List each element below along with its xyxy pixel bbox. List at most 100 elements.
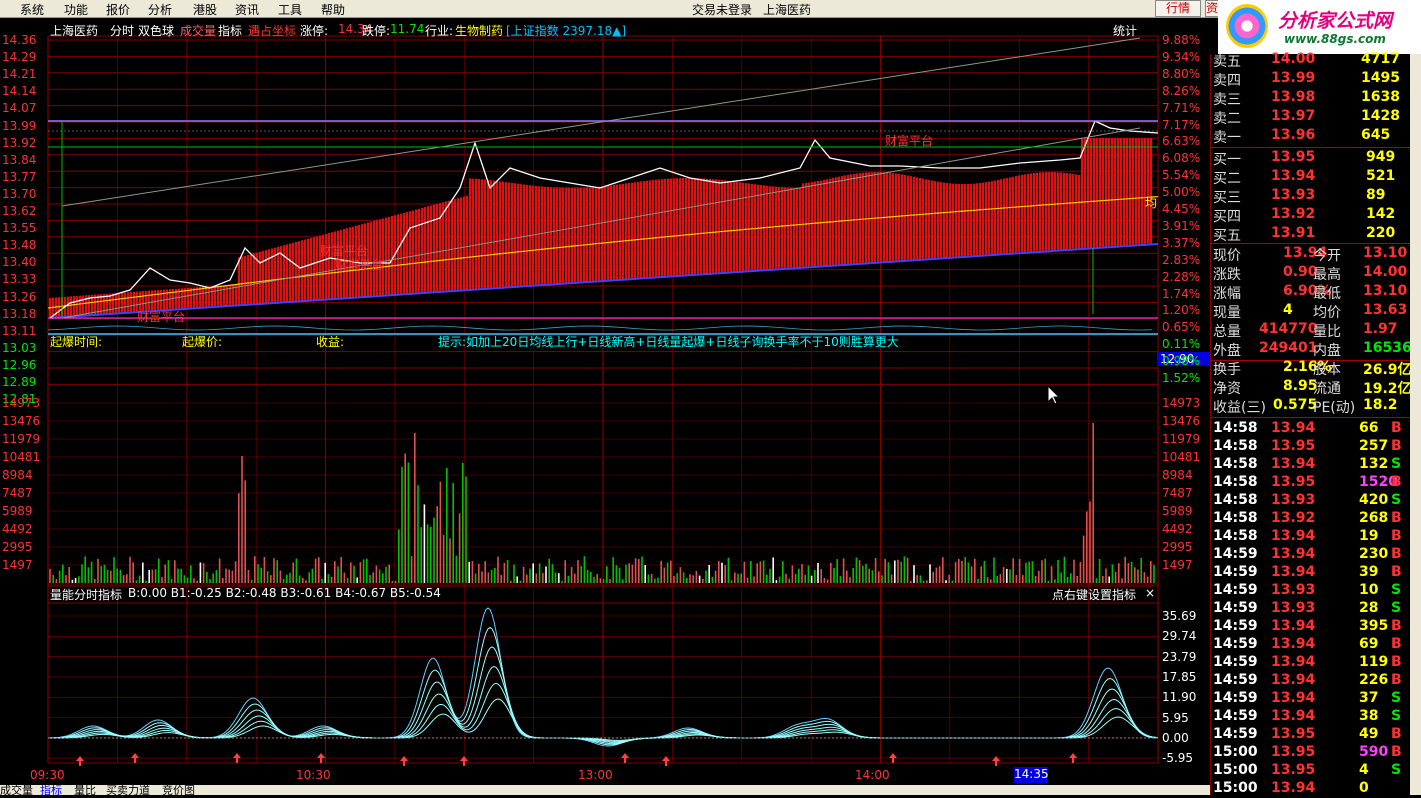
menu-help[interactable]: 帮助 — [321, 1, 345, 18]
tick-time: 15:00 — [1213, 744, 1258, 760]
tab-volume-ratio[interactable]: 量比 — [74, 785, 96, 795]
tick-price: 13.94 — [1271, 546, 1316, 562]
tick-volume: 49 — [1359, 726, 1379, 742]
average-line-label: 均 — [1145, 196, 1158, 210]
ask-row: 卖五 14.00 4717 — [1211, 51, 1411, 70]
tab-buy-sell-power[interactable]: 买卖力道 — [106, 785, 150, 795]
buy-arrow-icon — [889, 753, 897, 763]
order-level-label: 卖一 — [1213, 130, 1241, 146]
order-price: 13.99 — [1271, 70, 1316, 86]
tab-auction[interactable]: 竞价图 — [162, 785, 195, 795]
indicator-tick-label: 35.69 — [1162, 609, 1197, 623]
order-volume: 1428 — [1361, 108, 1400, 124]
percent-tick-label: 1.52% — [1162, 371, 1201, 385]
percent-tick-label: 3.37% — [1162, 235, 1201, 250]
tick-row: 14:58 13.95 257 B — [1211, 438, 1411, 456]
tick-side: B — [1391, 474, 1402, 490]
menu-news[interactable]: 资讯 — [235, 1, 259, 18]
quote-panel: 卖五 14.00 4717 卖四 13.99 1495 卖三 13.98 1638 卖二 13.97… — [1210, 51, 1421, 796]
order-volume: 220 — [1366, 225, 1396, 241]
tab-intraday[interactable]: 分时 — [110, 22, 134, 39]
ask-row: 卖二 13.97 1428 — [1211, 108, 1411, 127]
side-toolbar[interactable] — [1410, 54, 1421, 795]
news-tab-button[interactable]: 资 — [1205, 0, 1219, 17]
stat-label: 现价 — [1213, 248, 1241, 264]
stat-label: 涨跌 — [1213, 267, 1241, 283]
menu-function[interactable]: 功能 — [64, 1, 88, 18]
tick-row: 14:59 13.94 395 B — [1211, 618, 1411, 636]
indicator-hint[interactable]: 点右键设置指标 — [1052, 586, 1136, 603]
menu-analysis[interactable]: 分析 — [148, 1, 172, 18]
tick-volume: 19 — [1359, 528, 1379, 544]
limit-down-label: 跌停: — [362, 24, 391, 38]
menu-hk[interactable]: 港股 — [193, 1, 217, 18]
tick-side: B — [1391, 438, 1402, 454]
stat-label: 外盘 — [1213, 343, 1241, 359]
tick-side: S — [1391, 456, 1402, 472]
tick-volume: 132 — [1359, 456, 1389, 472]
tick-side: B — [1391, 636, 1402, 652]
tick-row: 14:59 13.93 28 S — [1211, 600, 1411, 618]
chart-canvas[interactable] — [0, 18, 1210, 795]
tick-row: 14:59 13.94 37 S — [1211, 690, 1411, 708]
tick-time: 14:58 — [1213, 528, 1258, 544]
menu-quote[interactable]: 报价 — [106, 1, 130, 18]
stat-row: 涨幅 6.90% 最低 13.10 — [1211, 283, 1411, 302]
indicator-tick-label: -5.95 — [1162, 751, 1194, 766]
volume-tick-label: 7487 — [1162, 486, 1193, 500]
indicator-tick-label: 5.95 — [1162, 710, 1189, 725]
tick-time: 14:59 — [1213, 564, 1258, 580]
tab-coord[interactable]: 遇占坐标 — [248, 22, 296, 39]
tick-time: 14:58 — [1213, 474, 1258, 490]
tick-volume: 10 — [1359, 582, 1379, 598]
stat-value: 0.575 — [1273, 397, 1318, 413]
order-level-label: 买五 — [1213, 228, 1241, 244]
tick-price: 13.94 — [1271, 456, 1316, 472]
menu-system[interactable]: 系统 — [20, 1, 44, 18]
percent-tick-label: 5.54% — [1162, 168, 1201, 183]
tab-volume-bottom[interactable]: 成交量 — [0, 785, 33, 795]
tab-indicator[interactable]: 指标 — [218, 22, 242, 39]
tick-time: 14:58 — [1213, 438, 1258, 454]
tab-volume[interactable]: 成交量 — [180, 22, 216, 39]
price-tick-label: 12.96 — [2, 357, 37, 372]
percent-tick-label: 0.65% — [1162, 320, 1201, 335]
price-tick-label: 13.99 — [2, 118, 37, 133]
tick-volume: 38 — [1359, 708, 1379, 724]
buy-arrow-icon — [662, 756, 670, 766]
indicator-tick-label: 11.90 — [1162, 690, 1197, 705]
quote-tab-button[interactable]: 行情 — [1155, 0, 1201, 17]
close-icon[interactable]: × — [1145, 586, 1155, 600]
price-tick-label: 13.62 — [2, 204, 37, 218]
burst-time-label: 起爆时间: — [50, 335, 103, 349]
menu-tools[interactable]: 工具 — [278, 1, 302, 18]
stat-value: 4 — [1283, 302, 1293, 318]
mouse-cursor-icon — [1047, 384, 1061, 405]
buy-arrow-icon — [233, 753, 241, 763]
volume-tick-label: 13476 — [2, 414, 41, 428]
price-tick-label: 14.14 — [2, 84, 37, 99]
tick-price: 13.95 — [1271, 762, 1316, 778]
tick-side: S — [1391, 690, 1402, 706]
wealth-platform-label: 财富平台 — [885, 134, 934, 148]
tick-price: 13.94 — [1271, 564, 1316, 580]
bid-row: 买四 13.92 142 — [1211, 206, 1411, 225]
tab-indicator-bottom[interactable]: 指标 — [40, 785, 62, 795]
tick-time: 14:58 — [1213, 510, 1258, 526]
tab-double-ball[interactable]: 双色球 — [138, 22, 174, 39]
volume-tick-label: 11979 — [1162, 432, 1201, 446]
volume-tick-label: 7487 — [2, 486, 33, 500]
stat-button[interactable]: 统计 — [1113, 22, 1137, 39]
tick-price: 13.95 — [1271, 474, 1316, 490]
tick-time: 14:59 — [1213, 546, 1258, 562]
tick-price: 13.95 — [1271, 726, 1316, 742]
stat-label: 涨幅 — [1213, 286, 1241, 302]
tick-time: 14:59 — [1213, 672, 1258, 688]
tick-volume: 395 — [1359, 618, 1389, 634]
percent-tick-label: 8.80% — [1162, 66, 1201, 81]
index-value[interactable]: [上证指数 2397.18▲] — [506, 22, 626, 39]
intraday-chart[interactable]: 上海医药 分时 双色球 成交量 指标 遇占坐标 涨停: 14.34 跌停: 11… — [0, 18, 1210, 795]
stat-value: 13.10 — [1363, 283, 1408, 299]
volume-tick-label: 8984 — [1162, 468, 1193, 482]
hint-text: 提示:如加上20日均线上行+日线新高+日线量起爆+日线子询换手率不于10则胜算更… — [438, 335, 899, 349]
